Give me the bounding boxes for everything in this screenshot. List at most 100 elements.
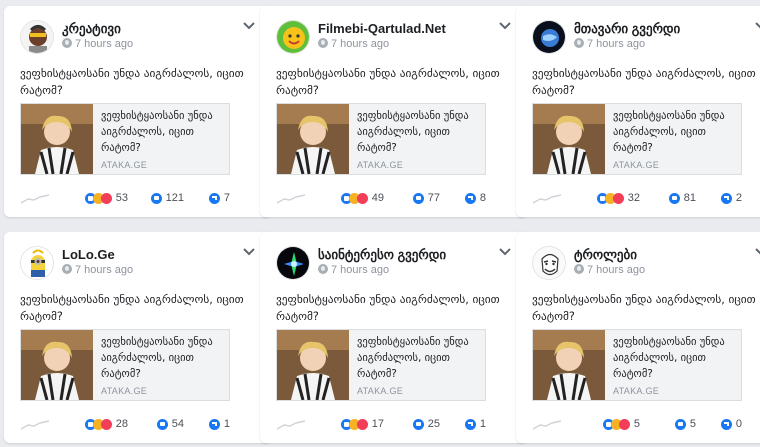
page-name[interactable]: LoLo.Ge [62,247,115,262]
trend-sparkline-icon [276,194,306,204]
post-stats: 17 25 1 [276,415,512,433]
love-icon [356,192,368,204]
shares-count[interactable]: 1 [464,415,486,433]
reactions-number: 49 [371,192,384,204]
trend-sparkline-icon [20,420,50,430]
trend-sparkline-icon [532,420,562,430]
globe-avatar-icon[interactable] [532,20,566,54]
chevron-down-icon[interactable] [754,21,760,31]
post-time: 7 hours ago [62,264,133,276]
share-icon [720,418,732,430]
love-icon [100,418,112,430]
post-card: LoLo.Ge 7 hours ago ვეფხისტყაოსანი უნდა … [4,232,272,443]
spark-avatar-icon[interactable] [276,246,310,280]
page-name[interactable]: ტროლები [574,247,637,263]
post-grid: კრეატივი 7 hours ago ვეფხისტყაოსანი უნდა… [0,0,760,447]
post-card: კრეატივი 7 hours ago ვეფხისტყაოსანი უნდა… [4,6,272,217]
link-thumbnail [533,104,605,174]
link-domain: ATAKA.GE [613,386,660,396]
page-name[interactable]: Filmebi-Qartulad.Net [318,21,446,36]
link-thumbnail [277,330,349,400]
minion-avatar-icon[interactable] [20,246,54,280]
link-preview[interactable]: ვეფხისტყაოსანი უნდა აიგრძალოს, იცით რატო… [276,329,486,401]
link-thumbnail [277,104,349,174]
comments-count[interactable]: 54 [156,415,184,433]
post-time: 7 hours ago [62,38,133,50]
shares-number: 7 [223,192,230,204]
shares-count[interactable]: 0 [720,415,742,433]
chevron-down-icon[interactable] [498,21,512,31]
shares-count[interactable]: 8 [464,189,486,207]
post-time-text: 7 hours ago [587,264,646,276]
post-time-text: 7 hours ago [587,38,646,50]
reactions-count[interactable]: 49 [340,189,384,207]
link-title: ვეფხისტყაოსანი უნდა აიგრძალოს, იცით რატო… [357,336,469,380]
link-preview[interactable]: ვეფხისტყაოსანი უნდა აიგრძალოს, იცით რატო… [20,329,230,401]
post-card: Filmebi-Qartulad.Net 7 hours ago ვეფხისტ… [260,6,528,217]
comment-icon [668,192,680,204]
post-time: 7 hours ago [574,264,645,276]
reactions-count[interactable]: 32 [596,189,640,207]
shares-count[interactable]: 2 [720,189,742,207]
reactions-number: 17 [371,418,384,430]
link-preview[interactable]: ვეფხისტყაოსანი უნდა აიგრძალოს, იცით რატო… [532,329,742,401]
post-time: 7 hours ago [318,264,389,276]
shares-number: 0 [735,418,742,430]
reactions-number: 28 [115,418,128,430]
globe-icon [62,264,72,274]
trend-sparkline-icon [276,420,306,430]
share-icon [208,192,220,204]
comment-icon [674,418,686,430]
shares-count[interactable]: 7 [208,189,230,207]
post-card: საინტერესო გვერდი 7 hours ago ვეფხისტყაო… [260,232,528,443]
face-avatar-icon[interactable] [20,20,54,54]
comments-count[interactable]: 5 [674,415,696,433]
chevron-down-icon[interactable] [242,247,256,257]
troll-avatar-icon[interactable] [532,246,566,280]
post-stats: 5 5 0 [532,415,760,433]
share-icon [464,418,476,430]
chevron-down-icon[interactable] [754,247,760,257]
post-text: ვეფხისტყაოსანი უნდა აიგრძალოს, იცით რატო… [276,67,500,97]
comments-number: 121 [165,192,184,204]
reactions-count[interactable]: 28 [84,415,128,433]
post-text: ვეფხისტყაოსანი უნდა აიგრძალოს, იცით რატო… [532,67,756,97]
reactions-count[interactable]: 53 [84,189,128,207]
link-thumbnail [533,330,605,400]
comments-number: 81 [683,192,696,204]
post-text: ვეფხისტყაოსანი უნდა აიგრძალოს, იცით რატო… [20,293,244,323]
comments-count[interactable]: 81 [668,189,696,207]
page-name[interactable]: საინტერესო გვერდი [318,247,446,263]
reactions-count[interactable]: 17 [340,415,384,433]
sun-avatar-icon[interactable] [276,20,310,54]
comment-icon [412,192,424,204]
post-time-text: 7 hours ago [75,264,134,276]
link-preview[interactable]: ვეფხისტყაოსანი უნდა აიგრძალოს, იცით რატო… [20,103,230,175]
trend-sparkline-icon [20,194,50,204]
reactions-number: 53 [115,192,128,204]
post-stats: 32 81 2 [532,189,760,207]
page-name[interactable]: კრეატივი [62,21,121,37]
link-preview[interactable]: ვეფხისტყაოსანი უნდა აიგრძალოს, იცით რატო… [276,103,486,175]
comments-number: 54 [171,418,184,430]
comments-count[interactable]: 121 [150,189,184,207]
link-thumbnail [21,104,93,174]
share-icon [464,192,476,204]
link-title: ვეფხისტყაოსანი უნდა აიგრძალოს, იცით რატო… [357,110,469,154]
comments-count[interactable]: 77 [412,189,440,207]
post-stats: 28 54 1 [20,415,256,433]
page-name[interactable]: მთავარი გვერდი [574,21,680,37]
reactions-count[interactable]: 5 [602,415,640,433]
post-time-text: 7 hours ago [331,38,390,50]
comment-icon [150,192,162,204]
post-stats: 49 77 8 [276,189,512,207]
link-preview[interactable]: ვეფხისტყაოსანი უნდა აიგრძალოს, იცით რატო… [532,103,742,175]
link-title: ვეფხისტყაოსანი უნდა აიგრძალოს, იცით რატო… [101,110,213,154]
comments-count[interactable]: 25 [412,415,440,433]
chevron-down-icon[interactable] [498,247,512,257]
shares-count[interactable]: 1 [208,415,230,433]
comments-number: 77 [427,192,440,204]
love-icon [618,418,630,430]
chevron-down-icon[interactable] [242,21,256,31]
post-card: ტროლები 7 hours ago ვეფხისტყაოსანი უნდა … [516,232,760,443]
